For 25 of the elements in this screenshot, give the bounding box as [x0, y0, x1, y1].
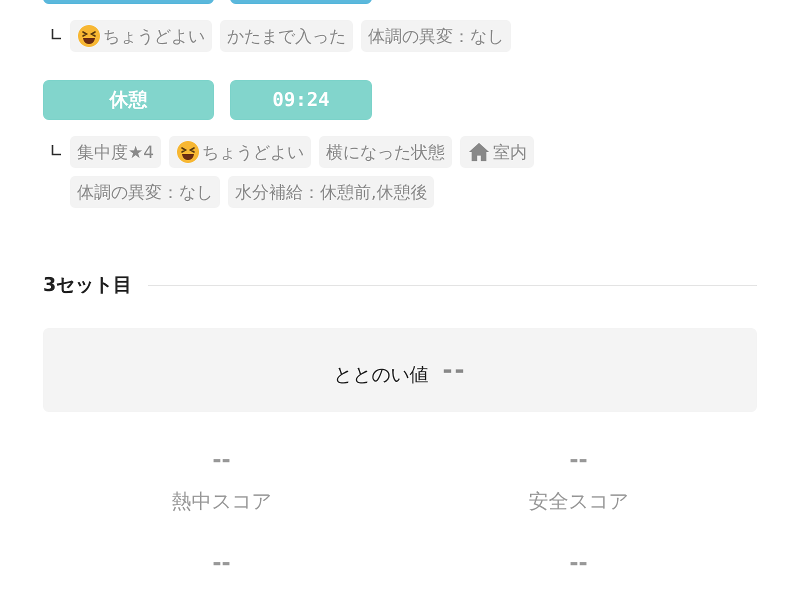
set-heading: 3セット目: [43, 273, 132, 298]
branch-icon: [51, 29, 61, 40]
tag: 体調の異変：なし: [70, 176, 220, 208]
laughing-emoji-icon: [77, 24, 101, 48]
tag: ちょうどよい: [169, 136, 312, 168]
house-icon: [467, 141, 492, 163]
branch-icon: [51, 145, 61, 156]
totonoi-value: --: [442, 356, 466, 384]
laughing-emoji-icon: [176, 140, 200, 164]
tag: 室内: [460, 136, 534, 168]
totonoi-label: ととのい値: [334, 363, 429, 388]
segment-time-bar: 09:24: [230, 80, 372, 120]
tag: かたまで入った: [220, 20, 353, 52]
score-value: --: [569, 448, 588, 474]
tag: ちょうどよい: [70, 20, 212, 52]
score-label: 熱中スコア: [172, 488, 272, 515]
score-value: --: [212, 448, 231, 474]
score-label: 安全スコア: [528, 488, 628, 515]
segment-label-bar: 休憩: [43, 80, 214, 120]
tag: 体調の異変：なし: [361, 20, 511, 52]
tag: 集中度★4: [70, 136, 162, 168]
score-value: --: [212, 551, 231, 577]
tag: 横になった状態: [319, 136, 452, 168]
tag: 水分補給：休憩前,休憩後: [228, 176, 434, 208]
score-value: --: [569, 551, 588, 577]
